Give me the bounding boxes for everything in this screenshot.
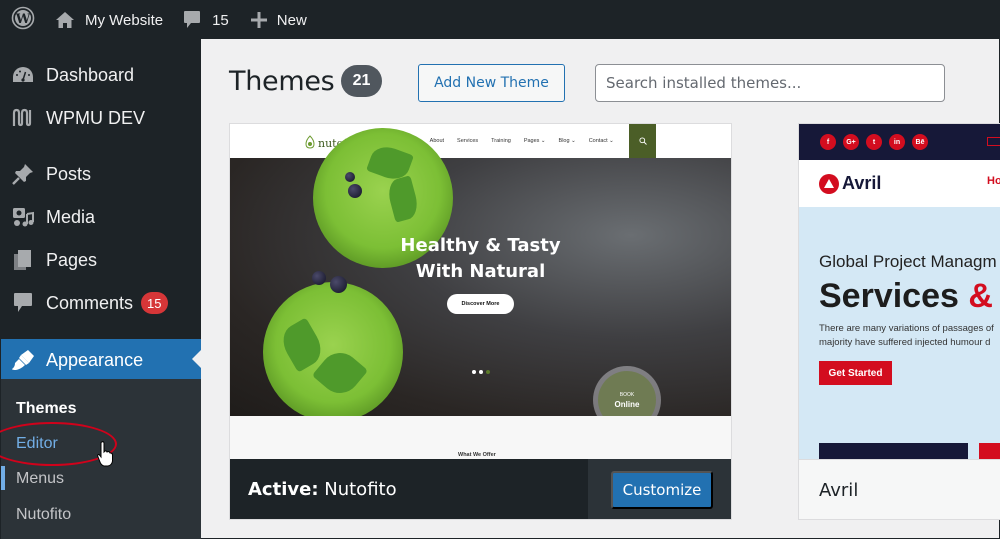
wordpress-logo-button[interactable]: W	[1, 1, 45, 39]
preview-nav-links: Home About Services Training Pages ⌄ Blo…	[402, 138, 614, 144]
facebook-icon: f	[820, 134, 836, 150]
behance-icon: Bē	[912, 134, 928, 150]
hover-indicator	[1, 466, 5, 490]
submenu-item-themes[interactable]: Themes	[16, 400, 76, 418]
theme-footer: Active: Nutofito Customize	[230, 459, 731, 519]
new-label: New	[276, 11, 307, 29]
linkedin-icon: in	[889, 134, 905, 150]
site-name: My Website	[85, 11, 164, 29]
paintbrush-icon	[11, 348, 35, 372]
media-icon	[11, 205, 35, 229]
sidebar-item-dashboard[interactable]: Dashboard	[1, 55, 201, 95]
theme-card-avril[interactable]: f G+ t in Bē Avril Ho Global Project Man…	[798, 123, 1000, 520]
theme-screenshot[interactable]: f G+ t in Bē Avril Ho Global Project Man…	[799, 124, 1000, 459]
dashboard-icon	[11, 63, 35, 87]
preview-social-icons: f G+ t in Bē	[820, 134, 928, 150]
preview-hero-image: Healthy & Tasty With Natural Discover Mo…	[230, 128, 731, 434]
wpmudev-icon	[11, 106, 35, 130]
preview-header: Avril Ho	[799, 160, 1000, 207]
mail-icon	[987, 137, 1000, 146]
preview-logo: Avril	[819, 173, 881, 194]
comments-count: 15	[212, 11, 229, 29]
theme-footer: Avril	[799, 459, 1000, 519]
theme-name: Active: Nutofito	[248, 479, 397, 500]
sidebar-item-posts[interactable]: Posts	[1, 154, 201, 194]
search-themes-input[interactable]	[595, 64, 945, 102]
twitter-icon: t	[866, 134, 882, 150]
main-content: Themes 21 Add New Theme nutofito Home Ab…	[201, 39, 1000, 539]
smoothie-jar-image	[263, 282, 403, 422]
preview-nav-bar: nutofito Home About Services Training Pa…	[230, 124, 731, 158]
plus-icon	[250, 12, 267, 28]
svg-text:W: W	[15, 12, 31, 27]
wordpress-logo-icon: W	[11, 6, 35, 34]
avril-logo-icon	[819, 173, 839, 194]
customize-button[interactable]: Customize	[611, 471, 713, 509]
themes-count-badge: 21	[341, 65, 382, 97]
preview-slider-dots	[472, 370, 490, 374]
google-plus-icon: G+	[843, 134, 859, 150]
page-title: Themes	[229, 66, 335, 97]
submenu-item-menus[interactable]: Menus	[16, 470, 64, 488]
theme-actions: Customize	[588, 459, 731, 519]
sidebar-item-pages[interactable]: Pages	[1, 240, 201, 280]
admin-bar: W My Website 15 New	[1, 1, 1000, 39]
sidebar-item-comments[interactable]: Comments 15	[1, 283, 201, 323]
preview-section: What We Offer	[230, 416, 731, 459]
theme-screenshot[interactable]: nutofito Home About Services Training Pa…	[230, 124, 731, 459]
preview-search-icon	[629, 124, 656, 158]
site-name-link[interactable]: My Website	[55, 1, 163, 39]
submenu-item-editor[interactable]: Editor	[16, 435, 58, 453]
preview-get-started-button: Get Started	[819, 361, 892, 385]
submenu-item-nutofito[interactable]: Nutofito	[16, 506, 71, 524]
preview-hero: Global Project Managm Services & There a…	[799, 207, 1000, 459]
theme-card-nutofito[interactable]: nutofito Home About Services Training Pa…	[229, 123, 732, 520]
comment-icon	[183, 10, 201, 30]
preview-hero-title: Healthy & Tasty With Natural	[400, 235, 561, 282]
comments-count-badge: 15	[141, 292, 168, 314]
sidebar-item-media[interactable]: Media	[1, 197, 201, 237]
current-menu-arrow	[192, 350, 201, 368]
preview-top-bar: f G+ t in Bē	[799, 124, 1000, 160]
add-new-theme-button[interactable]: Add New Theme	[418, 64, 565, 102]
comments-link[interactable]: 15	[183, 1, 229, 39]
preview-discover-button: Discover More	[447, 294, 514, 314]
avocado-icon	[305, 135, 315, 152]
sidebar-item-wpmu-dev[interactable]: WPMU DEV	[1, 98, 201, 138]
pages-icon	[11, 248, 35, 272]
sidebar-item-appearance[interactable]: Appearance	[1, 339, 201, 381]
home-icon	[55, 10, 75, 30]
new-content-link[interactable]: New	[250, 1, 307, 39]
theme-name: Avril	[819, 479, 859, 501]
pin-icon	[11, 162, 35, 186]
comment-icon	[11, 291, 35, 315]
hand-cursor-icon	[97, 441, 113, 472]
